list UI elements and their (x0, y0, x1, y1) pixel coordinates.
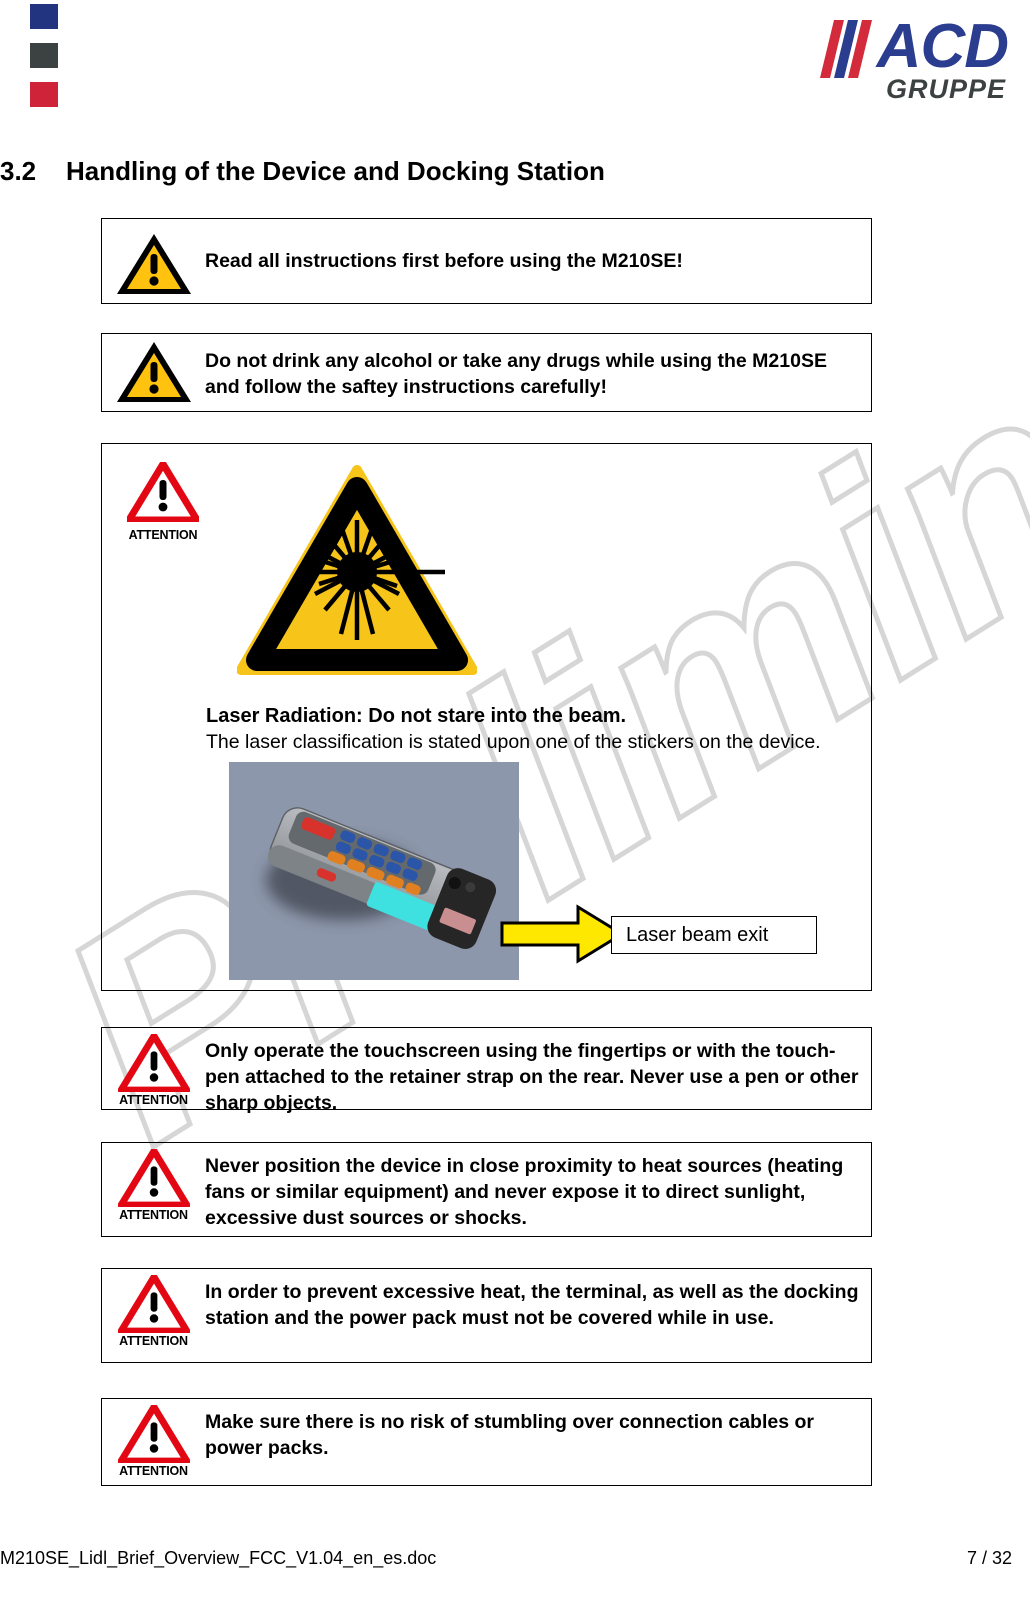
attention-label: ATTENTION (119, 1334, 188, 1348)
attention-icon-group: ATTENTION (120, 460, 206, 542)
attention-icon-cell: ATTENTION (102, 1143, 205, 1222)
logo-brand-text: ACD (876, 12, 1009, 81)
document-page: Preliminary ACD GRUPPE 3.2 Handling of th… (0, 0, 1030, 1610)
attention-icon-cell: ATTENTION (102, 1269, 205, 1348)
attention-triangle-red-icon (117, 1405, 190, 1463)
attention-icon-cell: ATTENTION (102, 1028, 205, 1107)
attention-label: ATTENTION (119, 1464, 188, 1478)
laser-caption-normal: The laser classification is stated upon … (206, 731, 821, 753)
warning-box-stumbling-cables: ATTENTION Make sure there is no risk of … (101, 1398, 872, 1486)
warning-triangle-yellow-icon (116, 342, 191, 402)
attention-triangle-red-icon (117, 1275, 190, 1333)
section-heading: 3.2 Handling of the Device and Docking St… (0, 156, 605, 187)
laser-beam-exit-callout: Laser beam exit (611, 916, 817, 954)
header-square-red (30, 82, 58, 107)
warning-box-touchscreen: ATTENTION Only operate the touchscreen u… (101, 1027, 872, 1114)
section-title: Handling of the Device and Docking Stati… (66, 156, 605, 186)
laser-caption-bold: Laser Radiation: Do not stare into the b… (206, 705, 627, 727)
acd-gruppe-logo: ACD GRUPPE (818, 12, 1009, 108)
callout-label: Laser beam exit (626, 923, 769, 946)
warning-text: Read all instructions first before using… (205, 250, 683, 272)
attention-label: ATTENTION (128, 528, 198, 542)
laser-radiation-warning-icon (237, 465, 477, 675)
section-number: 3.2 (0, 156, 37, 186)
warning-icon-cell (102, 226, 205, 296)
warning-text: Never position the device in close proxi… (205, 1155, 844, 1229)
warning-box-heat-sources: ATTENTION Never position the device in c… (101, 1142, 872, 1237)
logo-subtitle-text: GRUPPE (885, 74, 1006, 104)
device-photo (229, 762, 519, 980)
page-header: ACD GRUPPE (0, 0, 1030, 130)
warning-icon-cell (102, 334, 205, 404)
header-square-gray (30, 43, 58, 68)
footer-filename: M210SE_Lidl_Brief_Overview_FCC_V1.04_en_… (0, 1548, 437, 1568)
warning-text: Make sure there is no risk of stumbling … (205, 1411, 814, 1459)
warning-text: Only operate the touchscreen using the f… (205, 1040, 859, 1114)
warning-box-do-not-cover: ATTENTION In order to prevent excessive … (101, 1268, 872, 1363)
warning-box-alcohol-drugs: Do not drink any alcohol or take any dru… (101, 333, 872, 412)
device-illustration (229, 762, 519, 980)
warning-box-laser-radiation: ATTENTION Laser Radiation: Do not stare … (101, 443, 872, 991)
attention-label: ATTENTION (119, 1093, 188, 1107)
laser-caption: Laser Radiation: Do not stare into the b… (206, 703, 866, 755)
logo-slashes-icon (820, 20, 872, 78)
footer-page-number: 7 / 32 (966, 1548, 1012, 1568)
warning-triangle-yellow-icon (116, 234, 191, 294)
warning-box-read-instructions: Read all instructions first before using… (101, 218, 872, 304)
attention-triangle-red-icon (117, 1149, 190, 1207)
warning-text: In order to prevent excessive heat, the … (205, 1281, 859, 1329)
laser-beam-exit-arrow-icon (500, 904, 625, 964)
warning-text: Do not drink any alcohol or take any dru… (205, 350, 827, 398)
attention-icon-cell: ATTENTION (102, 1399, 205, 1478)
attention-label: ATTENTION (119, 1208, 188, 1222)
attention-triangle-red-icon (117, 1034, 190, 1092)
attention-triangle-red-icon (125, 460, 201, 524)
page-footer: M210SE_Lidl_Brief_Overview_FCC_V1.04_en_… (0, 1548, 1030, 1588)
header-square-blue (30, 4, 58, 29)
